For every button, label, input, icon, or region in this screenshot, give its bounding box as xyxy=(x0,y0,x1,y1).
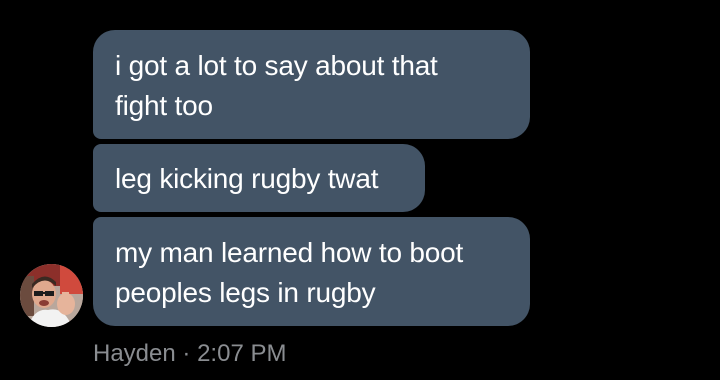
sender-name[interactable]: Hayden xyxy=(93,340,176,367)
message-meta: Hayden · 2:07 PM xyxy=(93,337,286,371)
meta-separator: · xyxy=(182,340,191,367)
message-bubble[interactable]: my man learned how to boot peoples legs … xyxy=(93,217,530,326)
message-thread: i got a lot to say about that fight too … xyxy=(0,0,720,380)
message-bubble[interactable]: leg kicking rugby twat xyxy=(93,144,425,212)
avatar[interactable] xyxy=(20,264,83,327)
message-timestamp: 2:07 PM xyxy=(197,340,287,367)
avatar-image xyxy=(20,264,83,327)
message-bubble[interactable]: i got a lot to say about that fight too xyxy=(93,30,530,139)
